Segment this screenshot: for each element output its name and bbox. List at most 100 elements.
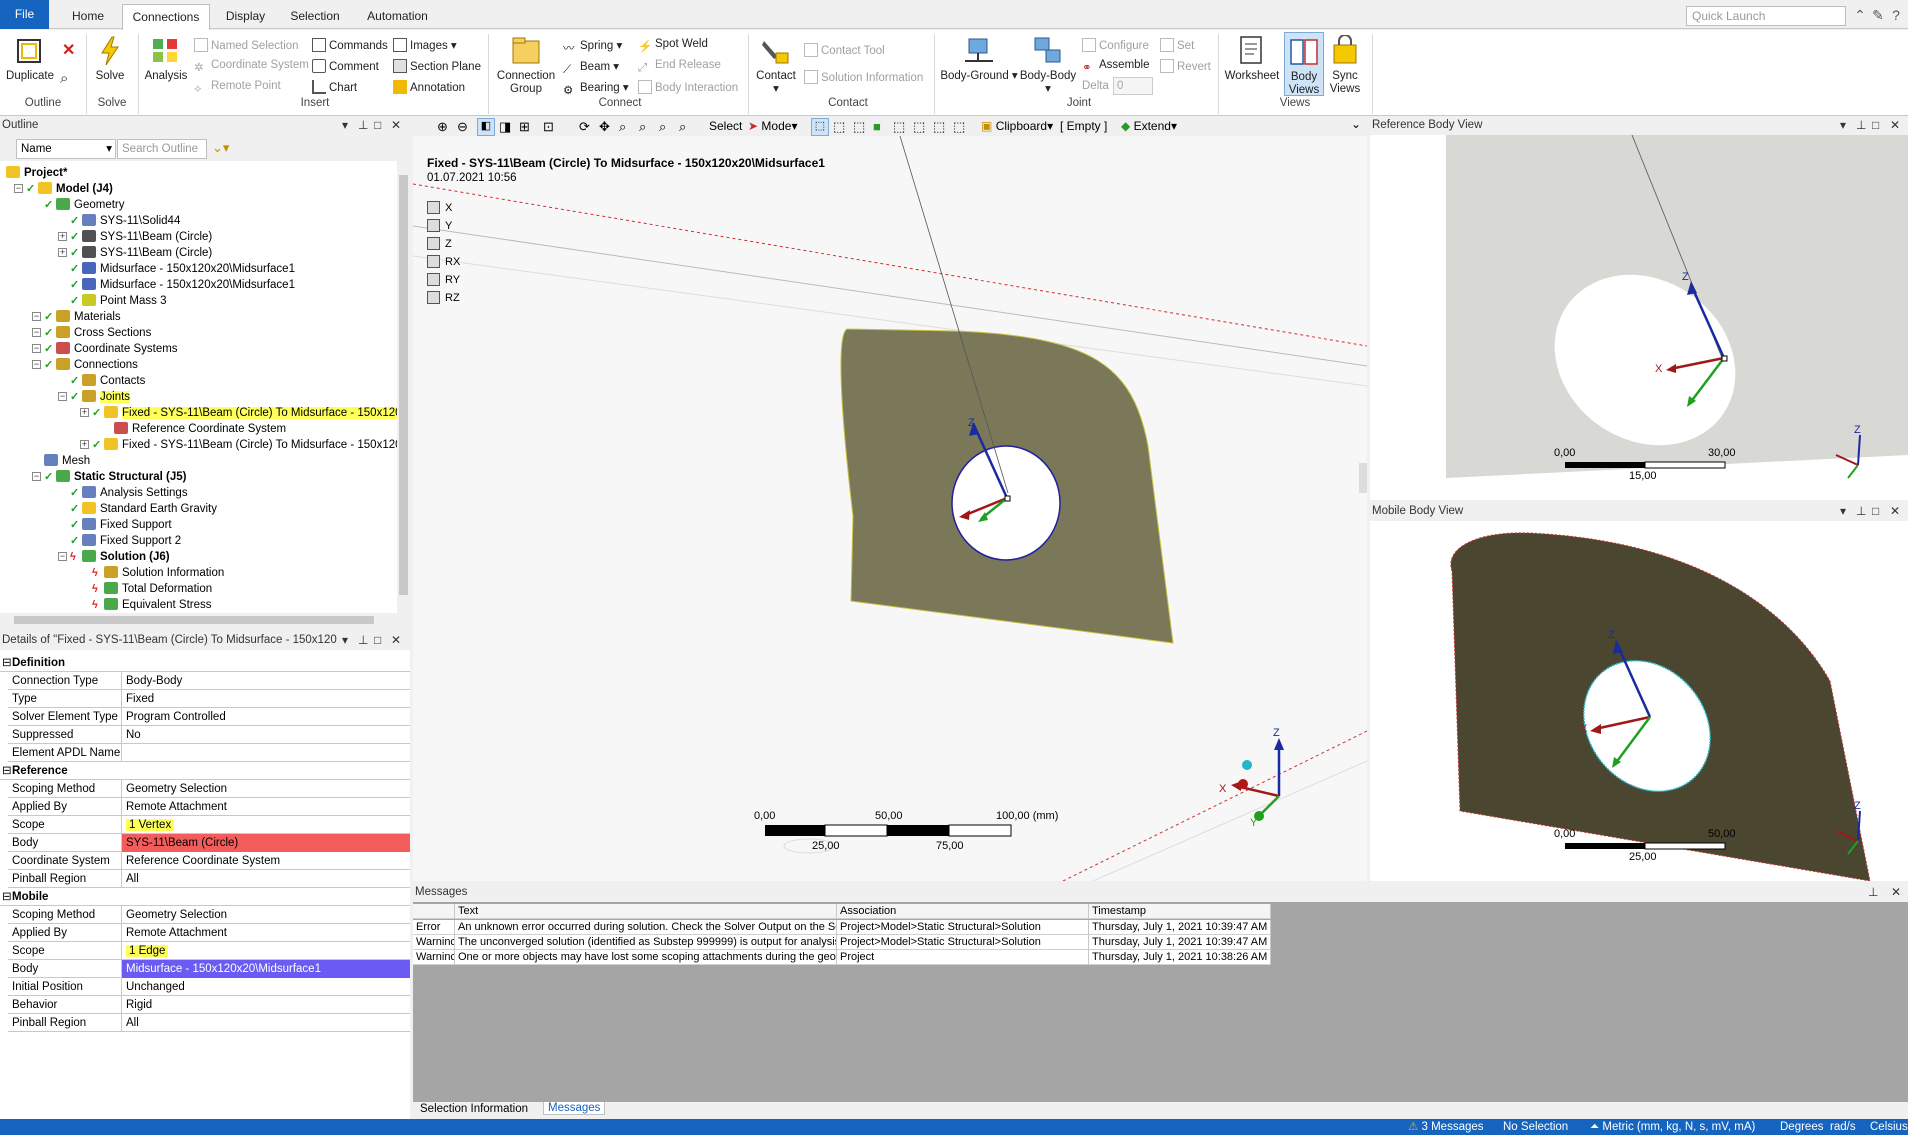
expand-toggle-icon[interactable]: + <box>80 408 89 417</box>
pin-icon[interactable]: ⊥ <box>358 632 369 649</box>
expand-toggle-icon[interactable]: + <box>58 232 67 241</box>
details-row[interactable]: Scoping Method Geometry Selection <box>8 780 410 798</box>
search-outline-input[interactable]: Search Outline <box>117 139 207 159</box>
details-value[interactable]: All <box>121 870 410 888</box>
chevron-up-icon[interactable]: ⌃ <box>1852 7 1868 23</box>
remote-point-button[interactable]: ⟡ Remote Point <box>194 80 281 97</box>
details-row[interactable]: Suppressed No <box>8 726 410 744</box>
tree-node[interactable]: ✓ Analysis Settings <box>70 485 188 501</box>
details-row[interactable]: Solver Element Type Program Controlled <box>8 708 410 726</box>
body-body-button[interactable]: Body-Body ▾ <box>1018 35 1078 96</box>
reference-canvas[interactable]: Z X Z <box>1370 135 1908 500</box>
details-value[interactable]: Program Controlled <box>121 708 410 726</box>
annotation-button[interactable]: Annotation <box>393 80 465 94</box>
splitter-handle[interactable] <box>1359 463 1367 493</box>
clipboard-dropdown[interactable]: ▣ Clipboard▾ <box>981 119 1053 133</box>
tree-node[interactable]: ✓ Coordinate Systems <box>44 341 178 357</box>
section-plane-button[interactable]: Section Plane <box>393 59 481 73</box>
chart-button[interactable]: Chart <box>312 80 357 94</box>
quick-launch-input[interactable]: Quick Launch <box>1686 6 1846 26</box>
tree-node[interactable]: ϟ Total Deformation <box>92 581 212 597</box>
details-row[interactable]: Applied By Remote Attachment <box>8 798 410 816</box>
message-row[interactable]: Warninc One or more objects may have lost… <box>413 950 1271 965</box>
mesh-select-icon[interactable]: ⬚ <box>953 119 965 135</box>
tree-node[interactable]: Mesh <box>44 453 90 469</box>
tree-node[interactable]: ✓ Midsurface - 150x120x20\Midsurface1 <box>70 277 295 293</box>
mode-dropdown[interactable]: ➤ Mode▾ <box>748 119 797 133</box>
details-row[interactable]: Applied By Remote Attachment <box>8 924 410 942</box>
extend-dropdown[interactable]: ◆ Extend▾ <box>1121 119 1177 133</box>
pin-icon[interactable]: ⊥ <box>1868 884 1878 901</box>
zoom-fit-icon[interactable]: ⌕ <box>659 119 666 135</box>
tree-node[interactable]: ✓ Static Structural (J5) <box>44 469 186 485</box>
close-icon[interactable]: ✕ <box>1890 117 1900 134</box>
tree-node[interactable]: ✓ Joints <box>70 389 131 405</box>
tree-vertical-scrollbar[interactable] <box>397 161 410 613</box>
details-row[interactable]: Scope 1 Edge <box>8 942 410 960</box>
details-value[interactable] <box>121 744 410 762</box>
body-ground-button[interactable]: Body-Ground ▾ <box>940 35 1018 83</box>
expand-toggle-icon[interactable]: − <box>14 184 23 193</box>
spot-weld-button[interactable]: ⚡ Spot Weld <box>638 38 708 53</box>
dropdown-icon[interactable]: ▾ <box>342 632 349 649</box>
sync-views-button[interactable]: Sync Views <box>1326 35 1366 96</box>
details-row[interactable]: Element APDL Name <box>8 744 410 762</box>
messages-status[interactable]: ⚠ 3 Messages <box>1408 1119 1484 1135</box>
tree-node[interactable]: ✓ Cross Sections <box>44 325 151 341</box>
pin-icon[interactable]: ⊥ <box>1856 503 1866 520</box>
maximize-icon[interactable]: □ <box>1872 503 1879 520</box>
analysis-button[interactable]: Analysis <box>144 35 188 83</box>
expand-toggle-icon[interactable]: − <box>32 360 41 369</box>
isometric-view-icon[interactable]: ◧ <box>477 118 495 136</box>
reference-body-view[interactable]: Z X Z 0,00 30,00 15,00 <box>1370 135 1908 500</box>
expand-toggle-icon[interactable]: − <box>32 328 41 337</box>
tree-node[interactable]: ✓ Model (J4) <box>26 181 113 197</box>
node-select-icon[interactable]: ⬚ <box>893 119 905 135</box>
close-icon[interactable]: ✕ <box>1891 884 1901 901</box>
body-select-icon[interactable]: ■ <box>873 119 881 134</box>
vertex-select-icon[interactable]: ⬚ <box>811 118 829 136</box>
tab-connections[interactable]: Connections <box>122 4 210 30</box>
close-icon[interactable]: ✕ <box>391 117 401 134</box>
body-views-button[interactable]: Body Views <box>1284 32 1324 96</box>
details-row[interactable]: Pinball Region All <box>8 870 410 888</box>
details-value[interactable]: Body-Body <box>121 672 410 690</box>
assemble-button[interactable]: ⚭ Assemble <box>1082 59 1150 74</box>
maximize-icon[interactable]: □ <box>374 117 381 134</box>
graphics-viewport[interactable]: Z Z X Y Fixed - SYS-11\Beam (Circle) To … <box>413 136 1367 881</box>
revert-button[interactable]: Revert <box>1160 59 1211 73</box>
tree-node[interactable]: ✓ Point Mass 3 <box>70 293 166 309</box>
element-select-icon[interactable]: ⬚ <box>913 119 925 135</box>
named-selection-button[interactable]: Named Selection <box>194 38 299 52</box>
details-value[interactable]: 1 Vertex <box>121 816 410 834</box>
message-row[interactable]: Warninc The unconverged solution (identif… <box>413 935 1271 950</box>
expand-toggle-icon[interactable]: − <box>58 392 67 401</box>
expand-toggle-icon[interactable]: − <box>32 472 41 481</box>
bearing-button[interactable]: ⚙ Bearing ▾ <box>563 80 629 97</box>
tree-node[interactable]: ϟ Solution Information <box>92 565 224 581</box>
column-header[interactable]: Association <box>837 904 1089 919</box>
magnifier-icon[interactable]: ⌕ <box>679 119 686 135</box>
model-canvas[interactable]: Z Z X Y <box>413 136 1367 881</box>
shaded-view-icon[interactable]: ◨ <box>499 119 511 135</box>
details-row[interactable]: Coordinate System Reference Coordinate Sy… <box>8 852 410 870</box>
details-value[interactable]: 1 Edge <box>121 942 410 960</box>
beam-button[interactable]: ⟋ Beam ▾ <box>563 59 619 78</box>
images-button[interactable]: Images ▾ <box>393 38 457 52</box>
tree-node[interactable]: ✓ Midsurface - 150x120x20\Midsurface1 <box>70 261 295 277</box>
element-face-select-icon[interactable]: ⬚ <box>933 119 945 135</box>
tree-node[interactable]: ✓ SYS-11\Beam (Circle) <box>70 245 212 261</box>
tree-node[interactable]: ✓ Fixed Support 2 <box>70 533 181 549</box>
message-row[interactable]: Error An unknown error occurred during so… <box>413 920 1271 935</box>
select-dropdown[interactable]: Select <box>709 119 742 133</box>
temperature-unit-status[interactable]: Celsius <box>1870 1119 1908 1135</box>
tree-node[interactable]: ✓ Geometry <box>44 197 125 213</box>
details-row[interactable]: Initial Position Unchanged <box>8 978 410 996</box>
contact-tool-button[interactable]: Contact Tool <box>804 43 885 57</box>
expand-toggle-icon[interactable]: − <box>58 552 67 561</box>
zoom-in-icon[interactable]: ⊕ <box>437 119 448 135</box>
details-row[interactable]: Body Midsurface - 150x120x20\Midsurface1 <box>8 960 410 978</box>
details-row[interactable]: Type Fixed <box>8 690 410 708</box>
tree-node[interactable]: ✓ Fixed - SYS-11\Beam (Circle) To Midsurf… <box>92 437 402 453</box>
delta-input[interactable]: 0 <box>1113 77 1153 95</box>
